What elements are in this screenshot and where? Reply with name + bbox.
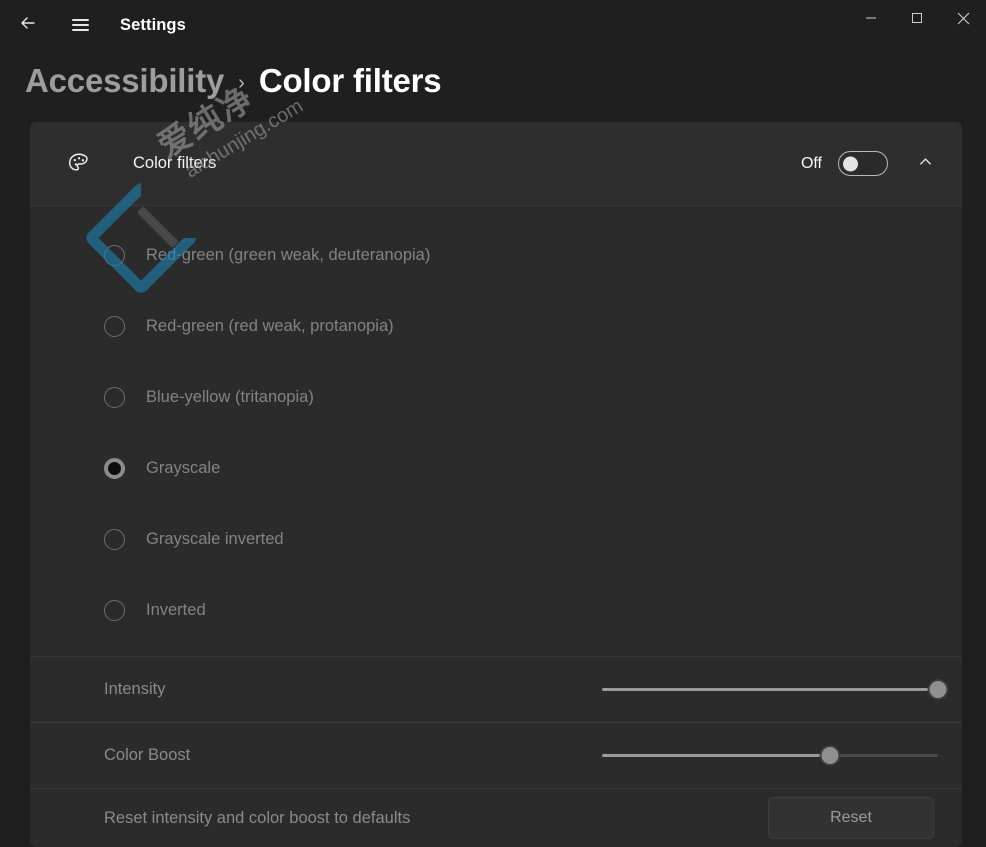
color-filters-toggle[interactable]	[838, 151, 888, 176]
radio-indicator-selected	[104, 458, 125, 479]
radio-indicator	[104, 387, 125, 408]
maximize-button[interactable]	[894, 0, 940, 36]
slider-thumb[interactable]	[820, 745, 841, 766]
maximize-icon	[911, 12, 923, 24]
radio-option-grayscale[interactable]: Grayscale	[30, 433, 962, 504]
close-icon	[957, 12, 970, 25]
radio-indicator	[104, 600, 125, 621]
slider-fill	[602, 754, 830, 758]
minimize-button[interactable]	[848, 0, 894, 36]
intensity-label: Intensity	[104, 680, 165, 699]
chevron-up-icon	[918, 154, 933, 174]
expand-collapse-button[interactable]	[908, 147, 942, 181]
color-filters-toggle-state: Off	[801, 155, 822, 173]
breadcrumb-separator-icon: ›	[238, 72, 245, 95]
navigation-menu-button[interactable]	[60, 8, 100, 42]
radio-option-label: Grayscale inverted	[146, 530, 284, 549]
radio-option-protanopia[interactable]: Red-green (red weak, protanopia)	[30, 291, 962, 362]
app-title: Settings	[120, 16, 186, 35]
toggle-knob	[843, 156, 858, 171]
color-boost-slider[interactable]	[602, 743, 938, 769]
radio-option-deuteranopia[interactable]: Red-green (green weak, deuteranopia)	[30, 220, 962, 291]
radio-option-inverted[interactable]: Inverted	[30, 575, 962, 646]
breadcrumb-item-color-filters: Color filters	[259, 62, 442, 100]
radio-option-label: Red-green (green weak, deuteranopia)	[146, 246, 430, 265]
back-button[interactable]	[8, 8, 48, 42]
breadcrumb-item-accessibility[interactable]: Accessibility	[25, 62, 224, 100]
radio-option-grayscale-inverted[interactable]: Grayscale inverted	[30, 504, 962, 575]
radio-option-tritanopia[interactable]: Blue-yellow (tritanopia)	[30, 362, 962, 433]
color-boost-row: Color Boost	[30, 722, 962, 788]
reset-description: Reset intensity and color boost to defau…	[104, 809, 410, 828]
color-filters-header-controls: Off	[801, 147, 942, 181]
slider-fill	[602, 688, 938, 692]
radio-indicator	[104, 316, 125, 337]
radio-indicator	[104, 529, 125, 550]
hamburger-menu-icon	[72, 15, 89, 34]
slider-thumb[interactable]	[928, 679, 949, 700]
reset-button[interactable]: Reset	[768, 797, 934, 839]
color-filters-card: Color filters Off Red-green (green weak,…	[30, 122, 962, 847]
reset-row: Reset intensity and color boost to defau…	[30, 788, 962, 847]
title-bar: Settings	[0, 0, 986, 50]
color-filters-header-row[interactable]: Color filters Off	[30, 122, 962, 205]
radio-option-label: Inverted	[146, 601, 206, 620]
window-controls	[848, 0, 986, 36]
radio-indicator	[104, 245, 125, 266]
radio-option-label: Blue-yellow (tritanopia)	[146, 388, 314, 407]
minimize-icon	[865, 12, 877, 24]
radio-option-label: Grayscale	[146, 459, 220, 478]
breadcrumb: Accessibility › Color filters	[25, 62, 441, 108]
back-arrow-icon	[18, 13, 38, 38]
close-button[interactable]	[940, 0, 986, 36]
radio-option-label: Red-green (red weak, protanopia)	[146, 317, 394, 336]
color-filter-options-group: Red-green (green weak, deuteranopia) Red…	[30, 205, 962, 656]
color-boost-label: Color Boost	[104, 746, 190, 765]
intensity-row: Intensity	[30, 656, 962, 722]
color-filters-title: Color filters	[133, 154, 216, 173]
intensity-slider[interactable]	[602, 677, 938, 703]
color-palette-icon	[62, 147, 96, 181]
